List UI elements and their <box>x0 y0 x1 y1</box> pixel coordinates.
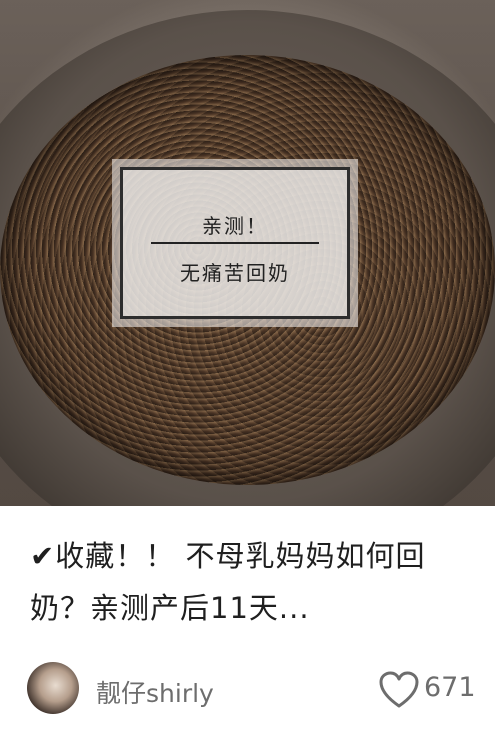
cover-photo[interactable]: 亲测！ 无痛苦回奶 <box>0 0 495 506</box>
author-name[interactable]: 靓仔shirly <box>96 674 214 710</box>
cover-text-line2: 无痛苦回奶 <box>180 261 290 285</box>
post-title[interactable]: ✔收藏！！ 不母乳妈妈如何回奶？亲测产后11天... <box>30 530 470 634</box>
post-card[interactable]: 亲测！ 无痛苦回奶 ✔收藏！！ 不母乳妈妈如何回奶？亲测产后11天... 靓仔s… <box>0 0 495 742</box>
heart-outline-icon <box>379 671 419 708</box>
cover-divider <box>151 242 319 244</box>
post-footer: 靓仔shirly 671 <box>0 660 495 720</box>
like-count: 671 <box>424 672 476 703</box>
cover-text-box: 亲测！ 无痛苦回奶 <box>112 159 358 327</box>
author-avatar[interactable] <box>27 662 79 714</box>
cover-text-line1: 亲测！ <box>202 214 268 238</box>
like-button[interactable]: 671 <box>378 668 486 712</box>
